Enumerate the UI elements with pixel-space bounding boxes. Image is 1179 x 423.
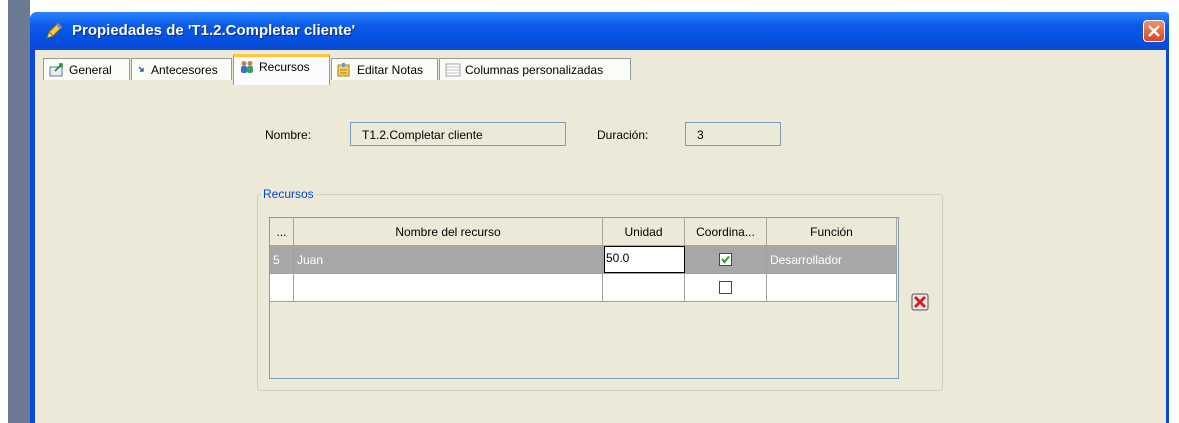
coordinator-checkbox[interactable]	[719, 281, 732, 294]
people-icon	[239, 60, 255, 74]
tab-label: Recursos	[259, 60, 310, 74]
tab-label: Columnas personalizadas	[465, 62, 604, 77]
column-header-role[interactable]: Función	[767, 218, 897, 246]
tab-antecesores[interactable]: Antecesores	[131, 58, 232, 80]
delete-icon	[911, 293, 929, 311]
resource-name-cell[interactable]	[294, 274, 603, 302]
role-cell[interactable]: Desarrollador	[767, 246, 897, 274]
columns-icon	[445, 63, 461, 77]
remove-resource-button[interactable]	[911, 293, 929, 311]
desktop-strip	[8, 0, 30, 423]
row-index	[270, 274, 294, 302]
general-icon	[49, 62, 65, 77]
resources-table: ... Nombre del recurso Unidad Coordina..…	[269, 217, 899, 379]
unit-cell[interactable]	[603, 274, 685, 302]
notes-icon	[337, 62, 353, 77]
tab-general[interactable]: General	[43, 58, 130, 80]
resource-name-cell[interactable]: Juan	[294, 246, 603, 274]
dialog-client-area: General Antecesores Recursos Editar Nota…	[35, 50, 1166, 423]
role-cell[interactable]	[767, 274, 897, 302]
column-header-coordinator[interactable]: Coordina...	[685, 218, 767, 246]
column-header-name[interactable]: Nombre del recurso	[294, 218, 603, 246]
checkmark-icon	[721, 255, 730, 264]
duracion-label: Duración:	[597, 128, 649, 142]
close-icon	[1148, 25, 1160, 37]
nombre-field[interactable]: T1.2.Completar cliente	[350, 122, 566, 146]
properties-dialog: Propiedades de 'T1.2.Completar cliente' …	[30, 12, 1171, 423]
table-row[interactable]: 5 Juan Desarrollador	[270, 246, 898, 274]
window-title: Propiedades de 'T1.2.Completar cliente'	[72, 22, 356, 39]
recursos-group-title: Recursos	[261, 187, 316, 201]
coordinator-checkbox[interactable]	[719, 253, 732, 266]
title-bar[interactable]: Propiedades de 'T1.2.Completar cliente'	[30, 12, 1171, 50]
column-header-index[interactable]: ...	[270, 218, 294, 246]
tab-label: Antecesores	[151, 62, 218, 77]
coordinator-cell[interactable]	[685, 246, 767, 274]
tab-recursos[interactable]: Recursos	[233, 54, 330, 85]
table-row[interactable]	[270, 274, 898, 302]
desktop-right	[1169, 0, 1179, 423]
row-index: 5	[270, 246, 294, 274]
pencil-icon	[44, 21, 64, 41]
unit-cell-editor[interactable]: 50.0	[604, 246, 685, 273]
table-header: ... Nombre del recurso Unidad Coordina..…	[270, 218, 898, 246]
tab-editar-notas[interactable]: Editar Notas	[331, 58, 438, 80]
close-button[interactable]	[1143, 20, 1165, 42]
recursos-panel: Nombre: T1.2.Completar cliente Duración:…	[35, 81, 1166, 423]
tab-columnas-personalizadas[interactable]: Columnas personalizadas	[439, 58, 631, 80]
coordinator-cell[interactable]	[685, 274, 767, 302]
tab-label: General	[69, 62, 112, 77]
nombre-label: Nombre:	[265, 128, 312, 142]
column-header-unit[interactable]: Unidad	[603, 218, 685, 246]
duracion-field[interactable]: 3	[685, 122, 781, 146]
arrow-icon	[137, 63, 147, 77]
tab-label: Editar Notas	[357, 62, 424, 77]
tab-strip: General Antecesores Recursos Editar Nota…	[35, 54, 1166, 85]
